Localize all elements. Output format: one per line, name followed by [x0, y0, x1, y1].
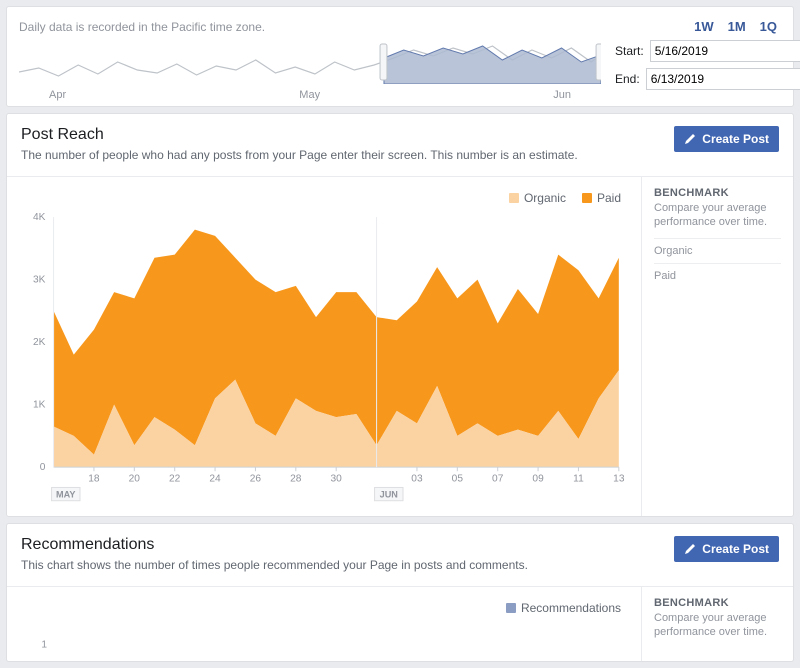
svg-text:24: 24	[209, 473, 221, 484]
benchmark-sidebar: BENCHMARK Compare your average performan…	[641, 587, 793, 662]
svg-text:18: 18	[88, 473, 100, 484]
recommendations-desc: This chart shows the number of times peo…	[21, 558, 528, 572]
svg-text:MAY: MAY	[56, 490, 75, 500]
svg-text:1K: 1K	[33, 400, 46, 411]
overview-month-may: May	[299, 89, 320, 101]
start-date-input[interactable]	[650, 40, 800, 62]
benchmark-sidebar: BENCHMARK Compare your average performan…	[641, 177, 793, 516]
svg-text:03: 03	[411, 473, 423, 484]
svg-text:2K: 2K	[33, 337, 46, 348]
post-reach-chart-area: Organic Paid 0 1K 2K 3K 4K 18 20 22 24 26 28 30 03 05…	[7, 177, 641, 516]
overview-sparkline[interactable]: Apr May Jun	[19, 40, 601, 96]
range-toggle-group: 1W 1M 1Q	[690, 17, 781, 36]
post-reach-chart: 0 1K 2K 3K 4K 18 20 22 24 26 28 30 03 05 07 09 11 13 MAY JU…	[19, 213, 629, 508]
end-date-input[interactable]	[646, 68, 800, 90]
svg-text:26: 26	[250, 473, 262, 484]
svg-text:13: 13	[613, 473, 625, 484]
benchmark-title: BENCHMARK	[654, 597, 781, 609]
post-reach-desc: The number of people who had any posts f…	[21, 148, 578, 162]
range-1w[interactable]: 1W	[690, 17, 718, 36]
svg-text:11: 11	[573, 473, 584, 484]
create-post-button[interactable]: Create Post	[674, 536, 779, 562]
create-post-label: Create Post	[702, 132, 769, 146]
timezone-note: Daily data is recorded in the Pacific ti…	[19, 20, 265, 34]
start-label: Start:	[615, 44, 644, 58]
benchmark-desc: Compare your average performance over ti…	[654, 201, 781, 230]
post-reach-panel: Post Reach The number of people who had …	[6, 113, 794, 517]
create-post-label: Create Post	[702, 542, 769, 556]
legend-paid[interactable]: Paid	[582, 191, 621, 205]
svg-text:30: 30	[331, 473, 343, 484]
legend-organic[interactable]: Organic	[509, 191, 566, 205]
benchmark-organic[interactable]: Organic	[654, 238, 781, 263]
svg-text:28: 28	[290, 473, 302, 484]
svg-text:3K: 3K	[33, 275, 46, 286]
recommendations-chart-area: Recommendations 1	[7, 587, 641, 662]
svg-text:05: 05	[452, 473, 464, 484]
pencil-icon	[684, 133, 696, 145]
svg-text:09: 09	[532, 473, 544, 484]
svg-text:07: 07	[492, 473, 504, 484]
benchmark-title: BENCHMARK	[654, 187, 781, 199]
svg-text:0: 0	[40, 462, 46, 473]
recommendations-panel: Recommendations This chart shows the num…	[6, 523, 794, 663]
date-range-panel: Daily data is recorded in the Pacific ti…	[6, 6, 794, 107]
recommendations-title: Recommendations	[21, 536, 528, 554]
svg-text:4K: 4K	[33, 213, 46, 223]
create-post-button[interactable]: Create Post	[674, 126, 779, 152]
benchmark-desc: Compare your average performance over ti…	[654, 611, 781, 640]
pencil-icon	[684, 543, 696, 555]
post-reach-title: Post Reach	[21, 126, 578, 144]
svg-text:1: 1	[41, 639, 47, 650]
svg-text:22: 22	[169, 473, 181, 484]
range-1m[interactable]: 1M	[724, 17, 750, 36]
svg-text:JUN: JUN	[380, 490, 398, 500]
recommendations-chart: 1	[19, 623, 629, 654]
overview-month-jun: Jun	[553, 89, 571, 101]
legend-recommendations[interactable]: Recommendations	[506, 601, 621, 615]
svg-text:20: 20	[129, 473, 141, 484]
benchmark-paid[interactable]: Paid	[654, 263, 781, 288]
overview-month-apr: Apr	[49, 89, 66, 101]
end-label: End:	[615, 72, 640, 86]
range-1q[interactable]: 1Q	[756, 17, 781, 36]
